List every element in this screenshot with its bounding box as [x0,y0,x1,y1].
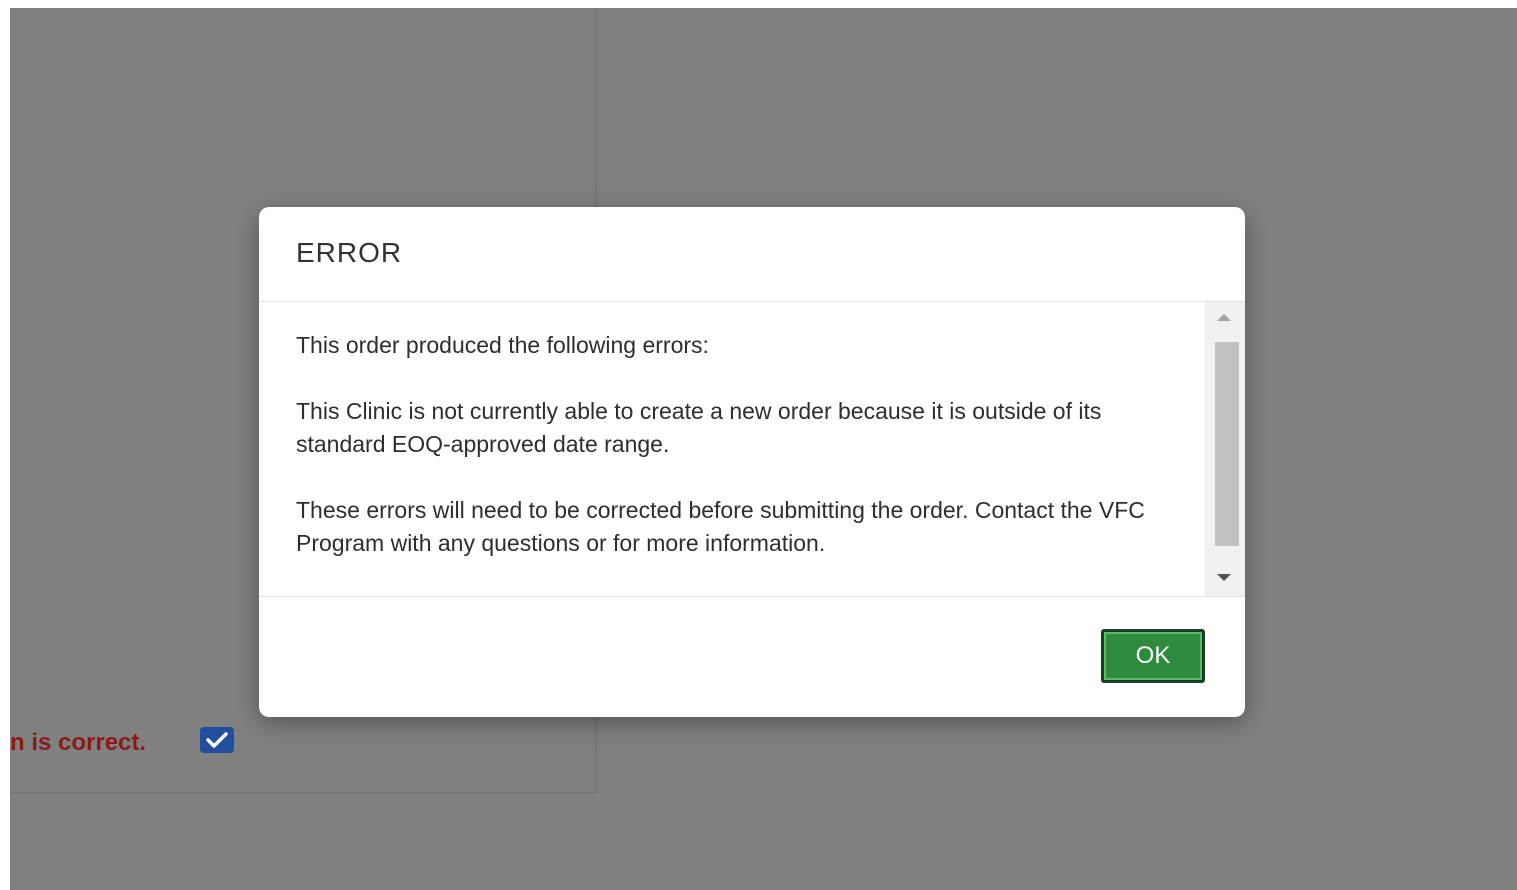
dialog-body: This order produced the following errors… [259,302,1245,597]
background-panel-border-bottom [10,792,597,794]
dialog-title: ERROR [296,237,403,268]
scroll-up-arrow-icon[interactable] [1217,314,1231,321]
error-footer-note: These errors will need to be corrected b… [296,497,1145,556]
scroll-thumb[interactable] [1215,342,1239,546]
error-intro: This order produced the following errors… [296,332,709,358]
error-message: This Clinic is not currently able to cre… [296,398,1102,457]
confirmation-checkbox[interactable] [200,727,234,753]
dialog-message: This order produced the following errors… [296,329,1186,593]
confirmation-label: n is correct. [10,729,147,756]
dialog-header: ERROR [259,207,1245,302]
ok-button[interactable]: OK [1101,629,1205,683]
error-dialog: ERROR This order produced the following … [259,207,1245,717]
dialog-scrollbar[interactable] [1205,302,1245,596]
scroll-down-arrow-icon[interactable] [1217,574,1231,581]
dialog-footer: OK [259,597,1245,717]
checkmark-icon [206,732,228,748]
